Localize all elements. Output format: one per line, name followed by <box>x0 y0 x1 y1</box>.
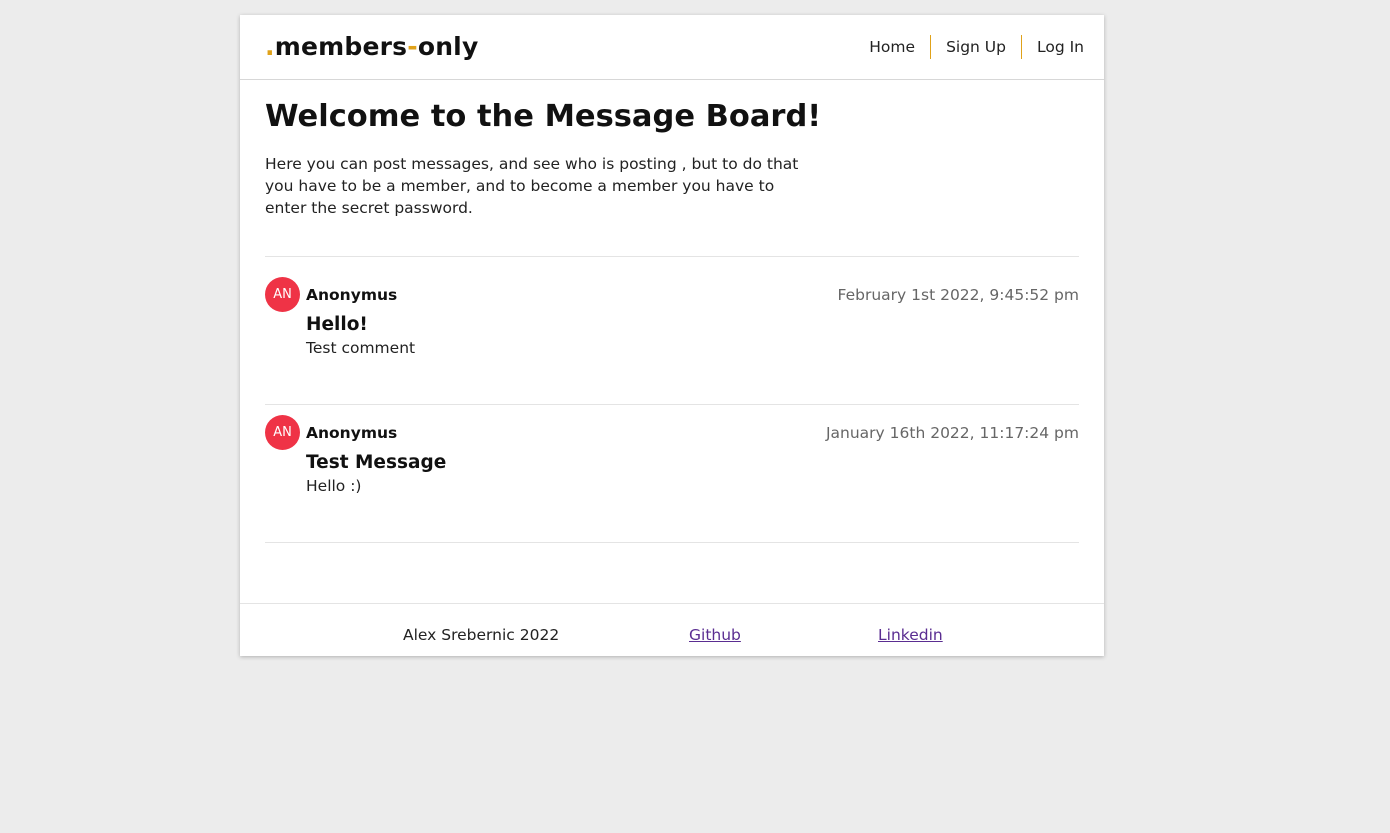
logo-dot: . <box>265 32 275 61</box>
logo-text-members: members <box>274 32 408 61</box>
message-author: Anonymus <box>306 424 398 442</box>
nav-sign-up-link[interactable]: Sign Up <box>931 34 1021 60</box>
github-link[interactable]: Github <box>689 624 741 646</box>
page-card: .members-only Home Sign Up Log In Welcom… <box>240 15 1104 656</box>
message-date: January 16th 2022, 11:17:24 pm <box>825 424 1079 442</box>
page-title: Welcome to the Message Board! <box>265 99 822 134</box>
message-body: Hello :) <box>306 477 362 495</box>
message-author: Anonymus <box>306 286 398 304</box>
avatar: AN <box>265 415 300 450</box>
divider <box>265 542 1079 543</box>
site-logo[interactable]: .members-only <box>265 29 478 65</box>
divider <box>265 404 1079 405</box>
site-header: .members-only Home Sign Up Log In <box>240 15 1104 80</box>
message-title: Test Message <box>306 452 447 473</box>
message-item: AN Anonymus February 1st 2022, 9:45:52 p… <box>265 277 1079 377</box>
nav-home-link[interactable]: Home <box>854 34 930 60</box>
message-item: AN Anonymus January 16th 2022, 11:17:24 … <box>265 415 1079 515</box>
main-nav: Home Sign Up Log In <box>854 34 1084 60</box>
linkedin-link[interactable]: Linkedin <box>878 624 943 646</box>
avatar: AN <box>265 277 300 312</box>
logo-dash: - <box>407 32 418 61</box>
divider <box>265 256 1079 257</box>
nav-log-in-link[interactable]: Log In <box>1022 34 1084 60</box>
intro-text: Here you can post messages, and see who … <box>265 155 799 217</box>
message-title: Hello! <box>306 314 368 335</box>
footer-copyright: Alex Srebernic 2022 <box>403 626 560 644</box>
site-footer: Alex Srebernic 2022 Github Linkedin <box>240 603 1104 657</box>
logo-text-only: only <box>417 32 479 61</box>
message-date: February 1st 2022, 9:45:52 pm <box>837 286 1079 304</box>
message-body: Test comment <box>306 339 416 357</box>
